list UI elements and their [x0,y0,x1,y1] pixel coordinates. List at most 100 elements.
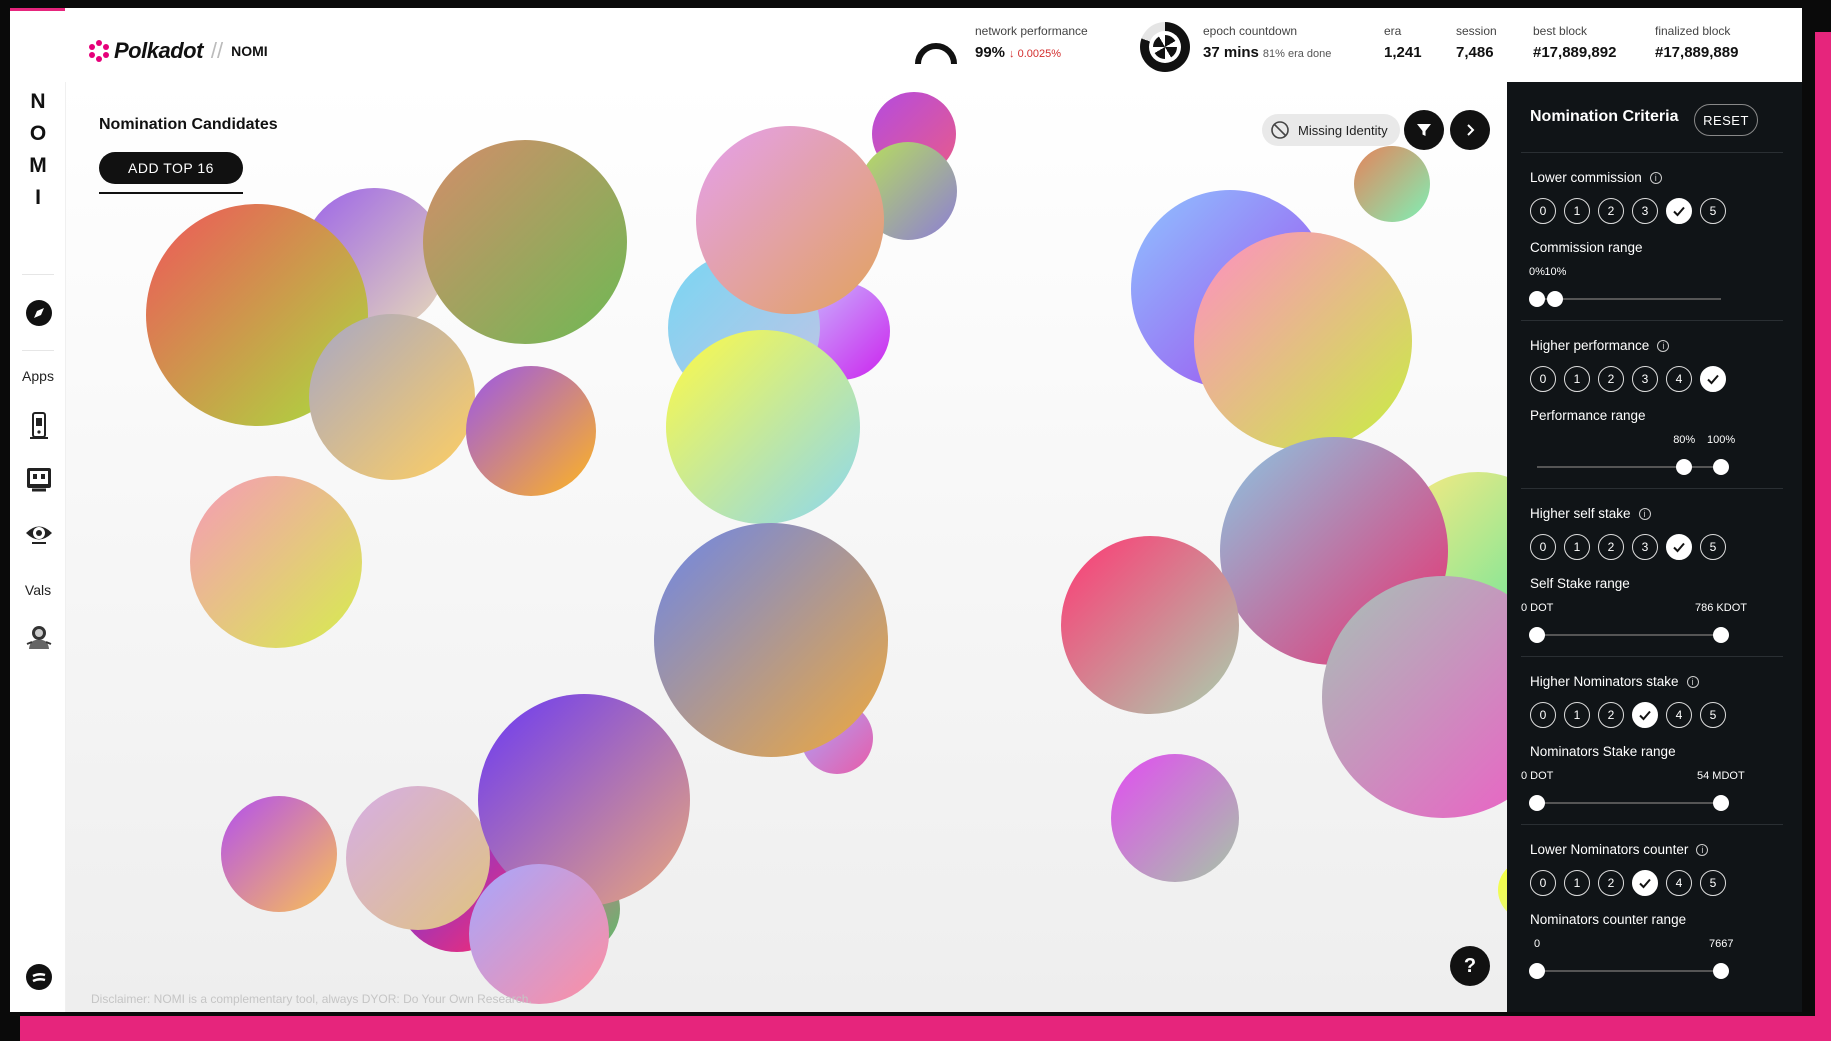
weight-option-1[interactable]: 1 [1564,366,1590,392]
weight-option-1[interactable]: 1 [1564,534,1590,560]
info-icon[interactable]: i [1638,507,1651,520]
validator-bubble[interactable] [1354,146,1430,222]
filter-button[interactable] [1404,110,1444,150]
add-top-button[interactable]: ADD TOP 16 [99,152,243,184]
weight-option-0[interactable]: 0 [1530,702,1556,728]
validator-bubble[interactable] [190,476,362,648]
weight-option-0[interactable]: 0 [1530,870,1556,896]
brand-separator: // [210,38,224,63]
eye-app-icon[interactable] [24,518,54,548]
range-max-handle[interactable] [1713,627,1729,643]
range-slider-track[interactable] [1537,466,1721,468]
range-slider-track[interactable] [1537,802,1721,804]
check-icon [1673,206,1685,217]
range-max-handle[interactable] [1713,963,1729,979]
chevron-right-icon [1467,124,1475,136]
weight-option-3[interactable]: 3 [1632,198,1658,224]
range-slider-track[interactable] [1537,298,1721,300]
range-slider-track[interactable] [1537,970,1721,972]
criterion-weight-options: 0123 5 [1530,534,1726,560]
accent-frame-right [1815,32,1831,1041]
validator-bubble[interactable] [666,330,860,524]
weight-option-2[interactable]: 2 [1598,198,1624,224]
help-button[interactable]: ? [1450,946,1490,986]
app-name: NOMI [231,43,268,59]
brand-name: Polkadot [114,38,203,63]
weight-option-0[interactable]: 0 [1530,534,1556,560]
missing-identity-toggle[interactable]: Missing Identity [1262,114,1400,146]
range-max-handle[interactable] [1547,291,1564,307]
stat-network-performance: network performance 99% ↓ 0.0025% [975,24,1088,61]
range-min-handle[interactable] [1529,627,1545,643]
panel-divider [1521,152,1783,153]
validator-bubble[interactable] [654,523,888,757]
weight-option-5[interactable]: 5 [1700,198,1726,224]
range-max-value: 54 MDOT [1697,770,1745,782]
info-icon[interactable]: i [1657,339,1670,352]
candidates-canvas: Nomination Candidates ADD TOP 16 Missing… [66,82,1517,1012]
validator-bubble[interactable] [309,314,475,480]
weight-option-4[interactable] [1666,534,1692,560]
weight-option-2[interactable]: 2 [1598,366,1624,392]
compass-icon[interactable] [24,298,54,328]
criterion-label: Higher performance i [1530,338,1670,353]
panel-divider [1521,320,1783,321]
range-min-handle[interactable] [1529,291,1545,307]
range-max-value: 10% [1544,266,1567,278]
weight-option-4[interactable]: 4 [1666,870,1692,896]
add-top-underline [99,192,243,194]
weight-option-2[interactable]: 2 [1598,534,1624,560]
weight-option-4[interactable]: 4 [1666,366,1692,392]
weight-option-3[interactable] [1632,870,1658,896]
astronaut-icon[interactable] [24,622,54,652]
range-min-handle[interactable] [1529,963,1545,979]
weight-option-3[interactable]: 3 [1632,534,1658,560]
weight-option-1[interactable]: 1 [1564,870,1590,896]
range-min-value: 0 DOT [1521,602,1554,614]
validator-bubble[interactable] [469,864,609,1004]
weight-option-0[interactable]: 0 [1530,366,1556,392]
validator-bubble[interactable] [1111,754,1239,882]
range-min-value: 0% [1529,266,1545,278]
validator-bubble[interactable] [423,140,627,344]
weight-option-2[interactable]: 2 [1598,702,1624,728]
top-bar: Polkadot // NOMI network performance 99%… [10,8,1802,82]
range-min-handle[interactable] [1529,795,1545,811]
block-icon [1271,121,1289,139]
range-min-handle[interactable] [1676,459,1693,475]
range-slider-track[interactable] [1537,634,1721,636]
weight-option-4[interactable] [1666,198,1692,224]
weight-option-1[interactable]: 1 [1564,198,1590,224]
validator-bubble[interactable] [221,796,337,912]
range-max-handle[interactable] [1713,795,1729,811]
performance-gauge-icon [915,43,957,64]
collapse-panel-button[interactable] [1450,110,1490,150]
settings-logo-icon[interactable] [24,962,54,992]
info-icon[interactable]: i [1649,171,1662,184]
weight-option-2[interactable]: 2 [1598,870,1624,896]
weight-option-0[interactable]: 0 [1530,198,1556,224]
weight-option-3[interactable]: 3 [1632,366,1658,392]
info-icon[interactable]: i [1686,675,1699,688]
weight-option-5[interactable]: 5 [1700,870,1726,896]
robot-app-icon[interactable] [24,464,54,494]
weight-option-5[interactable]: 5 [1700,534,1726,560]
validator-bubble[interactable] [466,366,596,496]
criterion-weight-options: 0123 5 [1530,198,1726,224]
range-max-handle[interactable] [1713,459,1729,475]
weight-option-1[interactable]: 1 [1564,702,1590,728]
sidebar-divider [22,350,54,351]
weight-option-3[interactable] [1632,702,1658,728]
validator-bubble[interactable] [346,786,490,930]
phone-app-icon[interactable] [24,410,54,440]
brand[interactable]: Polkadot // NOMI [88,38,268,64]
validator-bubble[interactable] [1194,232,1412,450]
reset-button[interactable]: RESET [1694,104,1758,136]
check-icon [1707,374,1719,385]
weight-option-5[interactable] [1700,366,1726,392]
weight-option-5[interactable]: 5 [1700,702,1726,728]
weight-option-4[interactable]: 4 [1666,702,1692,728]
validator-bubble[interactable] [696,126,884,314]
validator-bubble[interactable] [1061,536,1239,714]
info-icon[interactable]: i [1696,843,1709,856]
